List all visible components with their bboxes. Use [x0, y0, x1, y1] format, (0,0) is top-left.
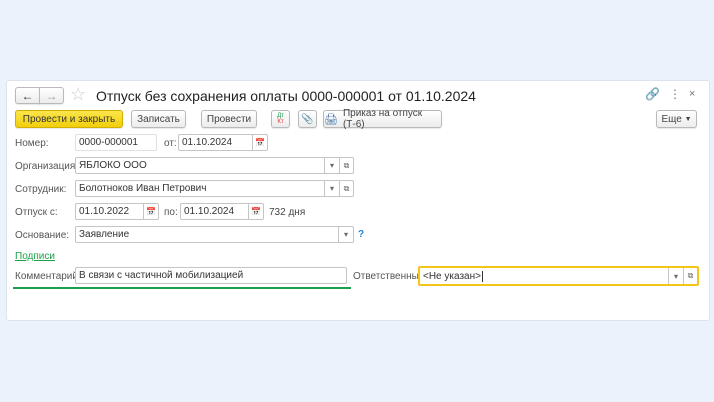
number-field[interactable]: 0000-000001: [75, 134, 157, 151]
close-icon[interactable]: ×: [689, 88, 695, 100]
employee-value: Болотноков Иван Петрович: [79, 183, 207, 194]
comment-field[interactable]: В связи с частичной мобилизацией: [75, 267, 347, 284]
printer-icon: 🖨: [324, 113, 338, 126]
from-label: от:: [164, 138, 177, 149]
chevron-down-icon: ▼: [684, 115, 692, 123]
calendar-icon[interactable]: 📅: [143, 204, 158, 219]
arrow-left-icon: ←: [21, 88, 34, 103]
help-icon[interactable]: ?: [358, 229, 364, 240]
days-count: 732 дня: [269, 207, 306, 218]
leave-from-label: Отпуск с:: [15, 207, 58, 218]
kt-label: Кт: [277, 119, 284, 125]
dropdown-icon[interactable]: ▾: [668, 268, 683, 284]
comment-label: Комментарий:: [15, 271, 81, 282]
dropdown-icon[interactable]: ▾: [324, 158, 339, 173]
basis-field[interactable]: Заявление ▾: [75, 226, 354, 243]
responsible-value: <Не указан>: [423, 270, 481, 282]
number-label: Номер:: [15, 138, 49, 149]
back-button[interactable]: ←: [15, 87, 40, 104]
open-icon[interactable]: ⧉: [339, 158, 353, 173]
document-window: ← → ☆ Отпуск без сохранения оплаты 0000-…: [6, 80, 710, 321]
leave-to-field[interactable]: 01.10.2024 📅: [180, 203, 264, 220]
org-value: ЯБЛОКО ООО: [79, 160, 147, 171]
more-label: Еще: [661, 113, 682, 125]
calendar-icon[interactable]: 📅: [252, 135, 267, 150]
date-field[interactable]: 01.10.2024 📅: [178, 134, 268, 151]
comment-underline: [13, 287, 351, 289]
leave-to-value: 01.10.2024: [184, 206, 235, 217]
employee-field[interactable]: Болотноков Иван Петрович ▾ ⧉: [75, 180, 354, 197]
open-icon[interactable]: ⧉: [683, 268, 697, 284]
basis-label: Основание:: [15, 230, 70, 241]
star-icon[interactable]: ☆: [70, 84, 86, 105]
leave-to-label: по:: [164, 207, 178, 218]
post-button[interactable]: Провести: [201, 110, 257, 128]
print-label: Приказ на отпуск (Т-6): [342, 108, 423, 130]
save-button[interactable]: Записать: [131, 110, 186, 128]
leave-from-field[interactable]: 01.10.2022 📅: [75, 203, 159, 220]
arrow-right-icon: →: [45, 88, 58, 103]
org-label: Организация:: [15, 161, 79, 172]
signatures-link[interactable]: Подписи: [15, 251, 55, 262]
open-icon[interactable]: ⧉: [339, 181, 353, 196]
employee-label: Сотрудник:: [15, 184, 67, 195]
basis-value: Заявление: [79, 229, 130, 240]
post-and-close-button[interactable]: Провести и закрыть: [15, 110, 123, 128]
org-field[interactable]: ЯБЛОКО ООО ▾ ⧉: [75, 157, 354, 174]
more-vertical-icon[interactable]: ⋮: [669, 87, 681, 101]
calendar-icon[interactable]: 📅: [248, 204, 263, 219]
more-button[interactable]: Еще ▼: [656, 110, 697, 128]
paperclip-icon: 📎: [301, 113, 314, 125]
dt-kt-button[interactable]: Дт Кт: [271, 110, 290, 128]
dropdown-icon[interactable]: ▾: [324, 181, 339, 196]
responsible-field[interactable]: <Не указан> ▾ ⧉: [418, 266, 699, 286]
link-icon[interactable]: 🔗: [645, 87, 660, 101]
forward-button[interactable]: →: [39, 87, 64, 104]
date-value: 01.10.2024: [182, 137, 233, 148]
responsible-label: Ответственный:: [353, 271, 428, 282]
dropdown-icon[interactable]: ▾: [338, 227, 353, 242]
attach-button[interactable]: 📎: [298, 110, 317, 128]
page-title: Отпуск без сохранения оплаты 0000-000001…: [96, 88, 476, 104]
leave-from-value: 01.10.2022: [79, 206, 130, 217]
print-order-button[interactable]: 🖨 Приказ на отпуск (Т-6): [323, 108, 442, 130]
